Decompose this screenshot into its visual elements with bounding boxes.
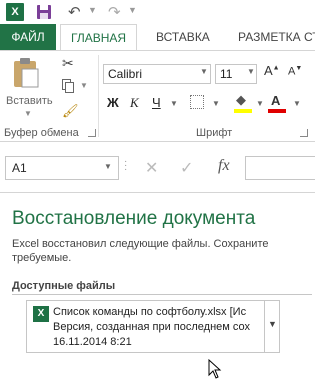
quick-access-toolbar: X ↶ ▼ ↷ ▼ bbox=[0, 0, 315, 24]
borders-dropdown-icon[interactable]: ▼ bbox=[212, 99, 220, 108]
copy-dropdown-icon[interactable]: ▼ bbox=[80, 81, 88, 90]
name-box-dropdown-icon[interactable]: ▼ bbox=[104, 162, 112, 171]
recovery-message: Excel восстановил следующие файлы. Сохра… bbox=[12, 238, 269, 264]
ribbon: Вставить ▼ ✂ ▼ 🖌 Буфер обмена Calibri ▼ … bbox=[0, 50, 315, 142]
file-version-description: Версия, созданная при последнем сох bbox=[53, 321, 251, 333]
copy-icon[interactable] bbox=[62, 79, 74, 93]
underline-button[interactable]: Ч bbox=[152, 95, 161, 110]
format-painter-icon[interactable]: 🖌 bbox=[62, 103, 79, 119]
fill-color-icon[interactable]: ◆ bbox=[236, 92, 246, 108]
italic-button[interactable]: К bbox=[130, 95, 139, 111]
font-color-dropdown-icon[interactable]: ▼ bbox=[293, 99, 301, 108]
excel-icon[interactable]: X bbox=[6, 3, 24, 21]
name-box[interactable]: A1 bbox=[5, 156, 119, 180]
tab-insert[interactable]: ВСТАВКА bbox=[146, 24, 220, 50]
available-files-label: Доступные файлы bbox=[12, 280, 116, 292]
paste-dropdown-icon[interactable]: ▼ bbox=[24, 109, 32, 118]
tab-home[interactable]: ГЛАВНАЯ bbox=[60, 24, 138, 50]
font-group-label: Шрифт bbox=[196, 127, 233, 139]
tab-file[interactable]: ФАЙЛ bbox=[0, 24, 56, 50]
save-icon[interactable] bbox=[36, 4, 52, 20]
document-recovery-pane: Восстановление документа Excel восстанов… bbox=[0, 192, 315, 390]
underline-dropdown-icon[interactable]: ▼ bbox=[170, 99, 178, 108]
increase-font-icon[interactable]: A▲ bbox=[264, 63, 280, 78]
chevron-down-icon[interactable]: ▼ bbox=[200, 67, 208, 76]
clipboard-launcher-icon[interactable] bbox=[88, 129, 96, 137]
cancel-icon[interactable]: ✕ bbox=[145, 158, 158, 178]
chevron-down-icon[interactable]: ▼ bbox=[247, 67, 255, 76]
formula-input[interactable] bbox=[245, 156, 315, 180]
font-name-select[interactable]: Calibri bbox=[103, 64, 211, 84]
font-color-icon[interactable]: A bbox=[271, 93, 280, 108]
fill-color-dropdown-icon[interactable]: ▼ bbox=[256, 99, 264, 108]
bold-button[interactable]: Ж bbox=[107, 95, 119, 110]
undo-dropdown-icon[interactable]: ▼ bbox=[88, 5, 97, 15]
file-name: Список команды по софтболу.xlsx [Ис bbox=[53, 306, 247, 318]
redo-dropdown-icon[interactable]: ▼ bbox=[128, 5, 137, 15]
paste-button-label[interactable]: Вставить bbox=[6, 95, 53, 107]
redo-icon[interactable]: ↷ bbox=[108, 3, 121, 21]
tab-page-layout[interactable]: РАЗМЕТКА СТ bbox=[228, 24, 315, 50]
ribbon-tabs: ФАЙЛ ГЛАВНАЯ ВСТАВКА РАЗМЕТКА СТ bbox=[0, 24, 315, 50]
chevron-down-icon[interactable]: ▼ bbox=[268, 319, 277, 329]
undo-icon[interactable]: ↶ bbox=[68, 3, 81, 21]
fill-color-swatch bbox=[234, 109, 252, 113]
excel-file-icon: X bbox=[33, 306, 49, 322]
formula-bar: A1 ▼ · · · ✕ ✓ fx bbox=[0, 142, 315, 192]
font-color-swatch bbox=[268, 109, 286, 113]
group-separator bbox=[98, 55, 99, 137]
enter-icon[interactable]: ✓ bbox=[180, 158, 193, 178]
file-options-dropdown[interactable]: ▼ bbox=[264, 300, 280, 353]
divider bbox=[12, 294, 312, 295]
clipboard-group-label: Буфер обмена bbox=[4, 127, 79, 139]
borders-icon[interactable] bbox=[190, 95, 204, 109]
insert-function-icon[interactable]: fx bbox=[218, 157, 230, 175]
mouse-cursor-icon bbox=[208, 359, 222, 379]
recovered-file-item[interactable]: X Список команды по софтболу.xlsx [Ис Ве… bbox=[26, 300, 280, 353]
file-timestamp: 16.11.2014 8:21 bbox=[53, 336, 132, 348]
formula-bar-grip-icon[interactable]: · · · bbox=[124, 157, 128, 175]
font-launcher-icon[interactable] bbox=[300, 129, 308, 137]
pane-title: Восстановление документа bbox=[12, 208, 256, 229]
paste-icon[interactable] bbox=[12, 57, 40, 89]
decrease-font-icon[interactable]: A▼ bbox=[288, 65, 302, 78]
cut-icon[interactable]: ✂ bbox=[62, 55, 74, 72]
